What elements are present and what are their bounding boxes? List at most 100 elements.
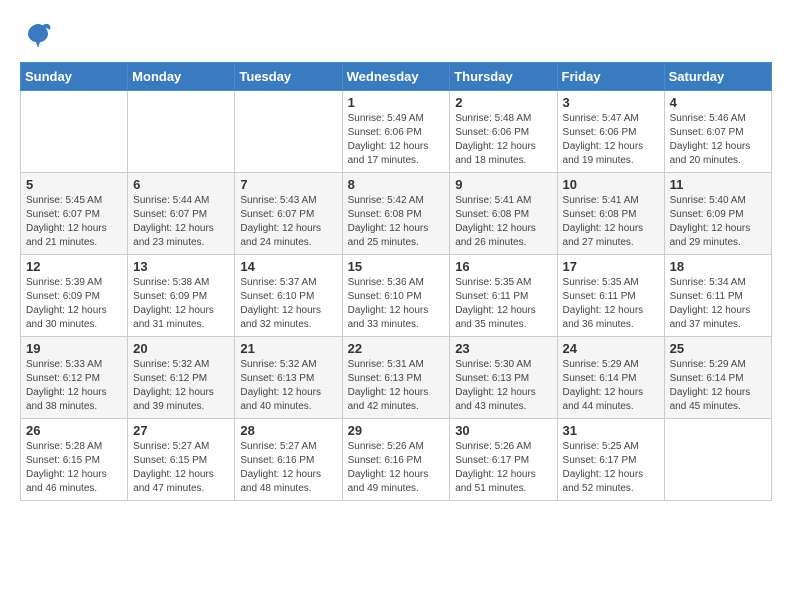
day-info: Sunrise: 5:47 AM Sunset: 6:06 PM Dayligh… bbox=[563, 112, 659, 168]
bird-icon bbox=[24, 20, 52, 54]
calendar-cell: 11Sunrise: 5:40 AM Sunset: 6:09 PM Dayli… bbox=[664, 173, 771, 255]
day-info: Sunrise: 5:37 AM Sunset: 6:10 PM Dayligh… bbox=[240, 276, 336, 332]
days-of-week-row: SundayMondayTuesdayWednesdayThursdayFrid… bbox=[21, 63, 772, 91]
header bbox=[20, 20, 772, 54]
day-info: Sunrise: 5:28 AM Sunset: 6:15 PM Dayligh… bbox=[26, 440, 122, 496]
calendar-cell: 18Sunrise: 5:34 AM Sunset: 6:11 PM Dayli… bbox=[664, 255, 771, 337]
day-number: 13 bbox=[133, 259, 229, 274]
calendar-cell bbox=[21, 91, 128, 173]
day-number: 16 bbox=[455, 259, 551, 274]
day-number: 7 bbox=[240, 177, 336, 192]
calendar-cell: 24 Sunrise: 5:29 AM Sunset: 6:14 PM Dayli… bbox=[557, 337, 664, 419]
day-number: 24 bbox=[563, 341, 659, 356]
day-info: Sunrise: 5:26 AM Sunset: 6:16 PM Dayligh… bbox=[348, 440, 445, 496]
day-number: 14 bbox=[240, 259, 336, 274]
day-info: Sunrise: 5:44 AM Sunset: 6:07 PM Dayligh… bbox=[133, 194, 229, 250]
day-info: Sunrise: 5:46 AM Sunset: 6:07 PM Dayligh… bbox=[670, 112, 766, 168]
day-number: 21 bbox=[240, 341, 336, 356]
day-number: 8 bbox=[348, 177, 445, 192]
calendar-cell: 28Sunrise: 5:27 AM Sunset: 6:16 PM Dayli… bbox=[235, 419, 342, 501]
day-info: Sunrise: 5:31 AM Sunset: 6:13 PM Dayligh… bbox=[348, 358, 445, 414]
day-info: Sunrise: 5:48 AM Sunset: 6:06 PM Dayligh… bbox=[455, 112, 551, 168]
day-number: 3 bbox=[563, 95, 659, 110]
calendar-cell: 5Sunrise: 5:45 AM Sunset: 6:07 PM Daylig… bbox=[21, 173, 128, 255]
day-of-week-header: Thursday bbox=[450, 63, 557, 91]
day-of-week-header: Monday bbox=[128, 63, 235, 91]
day-number: 26 bbox=[26, 423, 122, 438]
day-number: 17 bbox=[563, 259, 659, 274]
day-number: 23 bbox=[455, 341, 551, 356]
day-of-week-header: Wednesday bbox=[342, 63, 450, 91]
day-info: Sunrise: 5:32 AM Sunset: 6:13 PM Dayligh… bbox=[240, 358, 336, 414]
calendar-cell: 7 Sunrise: 5:43 AM Sunset: 6:07 PM Daylig… bbox=[235, 173, 342, 255]
day-number: 30 bbox=[455, 423, 551, 438]
day-info: Sunrise: 5:29 AM Sunset: 6:14 PM Dayligh… bbox=[563, 358, 659, 414]
day-of-week-header: Saturday bbox=[664, 63, 771, 91]
calendar-cell: 25 Sunrise: 5:29 AM Sunset: 6:14 PM Dayli… bbox=[664, 337, 771, 419]
day-number: 2 bbox=[455, 95, 551, 110]
calendar-cell: 14 Sunrise: 5:37 AM Sunset: 6:10 PM Dayli… bbox=[235, 255, 342, 337]
day-number: 25 bbox=[670, 341, 766, 356]
day-info: Sunrise: 5:27 AM Sunset: 6:15 PM Dayligh… bbox=[133, 440, 229, 496]
day-info: Sunrise: 5:32 AM Sunset: 6:12 PM Dayligh… bbox=[133, 358, 229, 414]
day-info: Sunrise: 5:30 AM Sunset: 6:13 PM Dayligh… bbox=[455, 358, 551, 414]
day-info: Sunrise: 5:45 AM Sunset: 6:07 PM Dayligh… bbox=[26, 194, 122, 250]
day-info: Sunrise: 5:25 AM Sunset: 6:17 PM Dayligh… bbox=[563, 440, 659, 496]
calendar-cell: 22Sunrise: 5:31 AM Sunset: 6:13 PM Dayli… bbox=[342, 337, 450, 419]
day-number: 4 bbox=[670, 95, 766, 110]
calendar-cell: 3 Sunrise: 5:47 AM Sunset: 6:06 PM Daylig… bbox=[557, 91, 664, 173]
calendar-cell: 19Sunrise: 5:33 AM Sunset: 6:12 PM Dayli… bbox=[21, 337, 128, 419]
calendar-cell bbox=[128, 91, 235, 173]
calendar-cell: 13 Sunrise: 5:38 AM Sunset: 6:09 PM Dayli… bbox=[128, 255, 235, 337]
day-info: Sunrise: 5:38 AM Sunset: 6:09 PM Dayligh… bbox=[133, 276, 229, 332]
day-number: 9 bbox=[455, 177, 551, 192]
calendar-cell: 6 Sunrise: 5:44 AM Sunset: 6:07 PM Daylig… bbox=[128, 173, 235, 255]
day-info: Sunrise: 5:42 AM Sunset: 6:08 PM Dayligh… bbox=[348, 194, 445, 250]
day-info: Sunrise: 5:27 AM Sunset: 6:16 PM Dayligh… bbox=[240, 440, 336, 496]
calendar-week-row: 12Sunrise: 5:39 AM Sunset: 6:09 PM Dayli… bbox=[21, 255, 772, 337]
calendar-cell: 29 Sunrise: 5:26 AM Sunset: 6:16 PM Dayli… bbox=[342, 419, 450, 501]
day-info: Sunrise: 5:39 AM Sunset: 6:09 PM Dayligh… bbox=[26, 276, 122, 332]
day-info: Sunrise: 5:49 AM Sunset: 6:06 PM Dayligh… bbox=[348, 112, 445, 168]
calendar-cell: 20Sunrise: 5:32 AM Sunset: 6:12 PM Dayli… bbox=[128, 337, 235, 419]
calendar-cell: 8 Sunrise: 5:42 AM Sunset: 6:08 PM Daylig… bbox=[342, 173, 450, 255]
day-number: 15 bbox=[348, 259, 445, 274]
day-number: 27 bbox=[133, 423, 229, 438]
day-number: 10 bbox=[563, 177, 659, 192]
calendar-cell: 26 Sunrise: 5:28 AM Sunset: 6:15 PM Dayli… bbox=[21, 419, 128, 501]
day-info: Sunrise: 5:26 AM Sunset: 6:17 PM Dayligh… bbox=[455, 440, 551, 496]
day-info: Sunrise: 5:35 AM Sunset: 6:11 PM Dayligh… bbox=[563, 276, 659, 332]
calendar-body: 1 Sunrise: 5:49 AM Sunset: 6:06 PM Daylig… bbox=[21, 91, 772, 501]
calendar-cell: 12Sunrise: 5:39 AM Sunset: 6:09 PM Dayli… bbox=[21, 255, 128, 337]
calendar-cell: 23 Sunrise: 5:30 AM Sunset: 6:13 PM Dayli… bbox=[450, 337, 557, 419]
calendar-cell: 16 Sunrise: 5:35 AM Sunset: 6:11 PM Dayli… bbox=[450, 255, 557, 337]
calendar: SundayMondayTuesdayWednesdayThursdayFrid… bbox=[20, 62, 772, 501]
calendar-week-row: 1 Sunrise: 5:49 AM Sunset: 6:06 PM Daylig… bbox=[21, 91, 772, 173]
calendar-cell bbox=[235, 91, 342, 173]
day-number: 6 bbox=[133, 177, 229, 192]
day-info: Sunrise: 5:43 AM Sunset: 6:07 PM Dayligh… bbox=[240, 194, 336, 250]
day-info: Sunrise: 5:36 AM Sunset: 6:10 PM Dayligh… bbox=[348, 276, 445, 332]
calendar-week-row: 26 Sunrise: 5:28 AM Sunset: 6:15 PM Dayli… bbox=[21, 419, 772, 501]
day-info: Sunrise: 5:33 AM Sunset: 6:12 PM Dayligh… bbox=[26, 358, 122, 414]
calendar-cell: 30 Sunrise: 5:26 AM Sunset: 6:17 PM Dayli… bbox=[450, 419, 557, 501]
calendar-week-row: 5Sunrise: 5:45 AM Sunset: 6:07 PM Daylig… bbox=[21, 173, 772, 255]
calendar-cell: 21 Sunrise: 5:32 AM Sunset: 6:13 PM Dayli… bbox=[235, 337, 342, 419]
day-number: 31 bbox=[563, 423, 659, 438]
day-of-week-header: Tuesday bbox=[235, 63, 342, 91]
day-number: 1 bbox=[348, 95, 445, 110]
day-info: Sunrise: 5:34 AM Sunset: 6:11 PM Dayligh… bbox=[670, 276, 766, 332]
day-info: Sunrise: 5:29 AM Sunset: 6:14 PM Dayligh… bbox=[670, 358, 766, 414]
day-info: Sunrise: 5:35 AM Sunset: 6:11 PM Dayligh… bbox=[455, 276, 551, 332]
calendar-cell: 27 Sunrise: 5:27 AM Sunset: 6:15 PM Dayli… bbox=[128, 419, 235, 501]
calendar-cell: 31 Sunrise: 5:25 AM Sunset: 6:17 PM Dayli… bbox=[557, 419, 664, 501]
calendar-cell: 15 Sunrise: 5:36 AM Sunset: 6:10 PM Dayli… bbox=[342, 255, 450, 337]
day-of-week-header: Sunday bbox=[21, 63, 128, 91]
calendar-cell: 4 Sunrise: 5:46 AM Sunset: 6:07 PM Daylig… bbox=[664, 91, 771, 173]
day-number: 29 bbox=[348, 423, 445, 438]
calendar-cell: 10Sunrise: 5:41 AM Sunset: 6:08 PM Dayli… bbox=[557, 173, 664, 255]
logo bbox=[20, 20, 52, 54]
calendar-cell: 1 Sunrise: 5:49 AM Sunset: 6:06 PM Daylig… bbox=[342, 91, 450, 173]
calendar-cell bbox=[664, 419, 771, 501]
day-of-week-header: Friday bbox=[557, 63, 664, 91]
